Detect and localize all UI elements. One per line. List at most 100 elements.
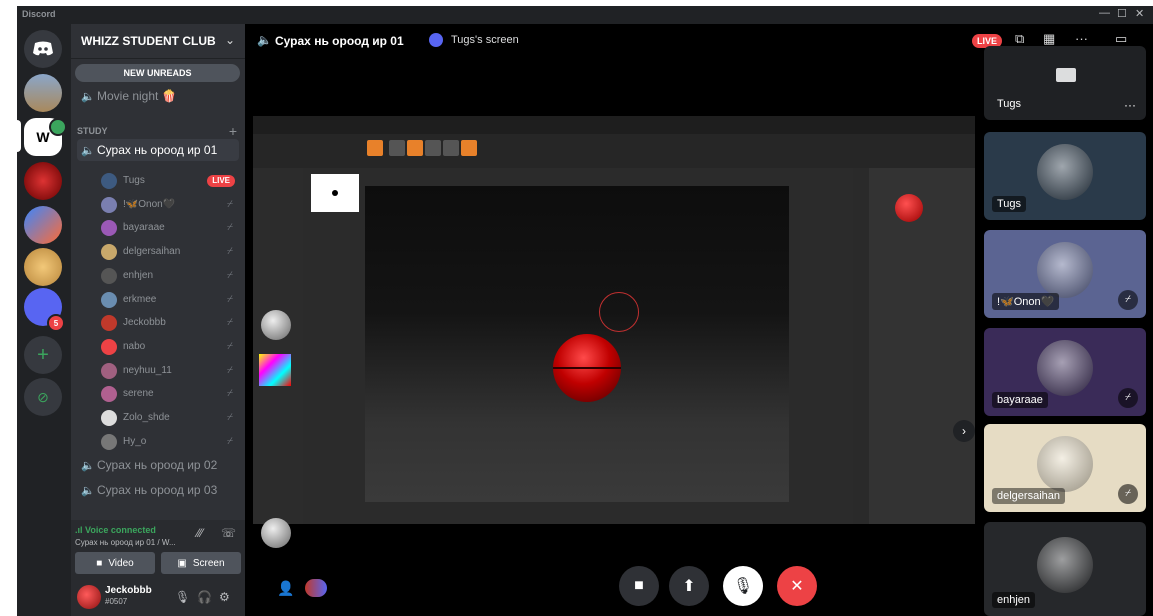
voice-channel-info[interactable]: Сурах нь ороод ир 01 / W... bbox=[75, 538, 176, 547]
voice-connection-panel: .ıl Voice connected Сурах нь ороод ир 01… bbox=[71, 520, 245, 579]
speaker-icon: 🔈 bbox=[81, 91, 95, 103]
participant-tile[interactable]: bayaraae ⌿ bbox=[984, 328, 1146, 416]
participant-avatar bbox=[1037, 537, 1093, 593]
participant-tile[interactable]: ··· Tugs bbox=[984, 46, 1146, 120]
username: Jeckobbb bbox=[105, 585, 152, 596]
new-unreads-button[interactable]: NEW UNREADS bbox=[75, 64, 240, 82]
headphones-icon[interactable]: 🎧 bbox=[197, 590, 212, 604]
participant-name: delgersaihan bbox=[992, 488, 1065, 504]
share-screen-toggle[interactable]: ⬆ bbox=[669, 566, 709, 606]
server-demon-icon[interactable] bbox=[24, 162, 62, 200]
add-server-icon[interactable]: + bbox=[24, 336, 62, 374]
speaker-icon: 🔈 bbox=[81, 460, 95, 472]
activity-avatars[interactable] bbox=[305, 579, 327, 597]
user-panel: Jeckobbb #0507 🎙 🎧 ⚙ bbox=[71, 578, 245, 616]
selected-server-pill bbox=[17, 120, 21, 152]
camera-toggle-button[interactable]: ■ bbox=[619, 566, 659, 606]
voice-user[interactable]: erkmee ⌿ bbox=[101, 289, 239, 311]
voice-user[interactable]: Zolo_shde ⌿ bbox=[101, 407, 239, 429]
folder-mention-badge: 5 bbox=[47, 314, 65, 332]
maximize-button[interactable]: ☐ bbox=[1117, 7, 1127, 20]
channel-03[interactable]: 🔈 Сурах нь ороод ир 03 bbox=[77, 479, 239, 501]
participant-name: bayaraae bbox=[992, 392, 1048, 408]
minimize-button[interactable]: — bbox=[1099, 7, 1110, 19]
voice-user[interactable]: neyhuu_11 ⌿ bbox=[101, 360, 239, 382]
voice-user[interactable]: delgersaihan ⌿ bbox=[101, 241, 239, 263]
settings-gear-icon[interactable]: ⚙ bbox=[219, 590, 230, 604]
zbrush-tool bbox=[443, 140, 459, 156]
more-options-button[interactable]: ··· bbox=[1075, 31, 1088, 46]
user-avatar bbox=[101, 173, 117, 189]
noise-suppression-icon[interactable]: ⁄⁄⁄ bbox=[197, 526, 203, 540]
voice-user-name: erkmee bbox=[123, 293, 157, 305]
channel-active[interactable]: 🔈 Сурах нь ороод ир 01 bbox=[77, 139, 239, 161]
channel-label: Сурах нь ороод ир 03 bbox=[97, 483, 218, 497]
category-study[interactable]: STUDY + bbox=[77, 123, 237, 139]
voice-user[interactable]: bayaraae ⌿ bbox=[101, 217, 239, 239]
server-doge-icon[interactable] bbox=[24, 248, 62, 286]
voice-user[interactable]: nabo ⌿ bbox=[101, 336, 239, 358]
mute-icon[interactable]: 🎙 bbox=[175, 590, 190, 604]
zbrush-tool bbox=[367, 140, 383, 156]
user-avatar bbox=[101, 362, 117, 379]
voice-user[interactable]: serene ⌿ bbox=[101, 383, 239, 405]
muted-mic-icon: ⌿ bbox=[227, 435, 233, 447]
voice-user[interactable]: Jeckobbb ⌿ bbox=[101, 312, 239, 334]
server-unity-icon[interactable] bbox=[24, 206, 62, 244]
channel-02[interactable]: 🔈 Сурах нь ороод ир 02 bbox=[77, 454, 239, 476]
participant-tile[interactable]: enhjen bbox=[984, 522, 1146, 616]
tile-more-button[interactable]: ··· bbox=[1124, 98, 1136, 112]
video-button[interactable]: ■ Video bbox=[75, 552, 155, 574]
stream-avatar-icon bbox=[429, 33, 443, 47]
mic-toggle-button[interactable]: 🎙 bbox=[723, 566, 763, 606]
voice-user[interactable]: enhjen ⌿ bbox=[101, 265, 239, 287]
server-name: WHIZZ STUDENT CLUB bbox=[81, 34, 216, 48]
popout-icon[interactable]: ⧉ bbox=[1015, 31, 1024, 47]
user-avatar[interactable] bbox=[77, 585, 101, 609]
user-avatar bbox=[101, 244, 117, 261]
speaker-icon: 🔈 bbox=[257, 33, 272, 47]
video-camera-icon: ■ bbox=[634, 577, 644, 594]
invite-icon[interactable]: 👤 bbox=[277, 580, 294, 597]
channel-label: Сурах нь ороод ир 01 bbox=[97, 143, 218, 157]
leave-call-button[interactable]: ✕ bbox=[777, 566, 817, 606]
voice-user-name: Tugs bbox=[123, 175, 145, 186]
voice-user[interactable]: Tugs LIVE bbox=[101, 170, 239, 192]
voice-user-name: Hy_o bbox=[123, 435, 147, 447]
screen-share-button[interactable]: ▣ Screen bbox=[161, 552, 241, 574]
disconnect-icon[interactable]: ☏ bbox=[221, 526, 236, 540]
close-button[interactable]: ✕ bbox=[1135, 7, 1144, 20]
participant-tile[interactable]: delgersaihan ⌿ bbox=[984, 424, 1146, 512]
muted-mic-icon: ⌿ bbox=[227, 222, 233, 234]
muted-mic-icon: ⌿ bbox=[227, 412, 233, 423]
discord-home-button[interactable] bbox=[24, 30, 62, 68]
channel-movie-night[interactable]: 🔈 Movie night 🍿 bbox=[77, 85, 239, 107]
speaker-icon: 🔈 bbox=[81, 145, 95, 157]
call-channel-name: Сурах нь ороод ир 01 bbox=[275, 34, 404, 48]
participant-avatar bbox=[1037, 242, 1093, 298]
camera-icon: ■ bbox=[96, 557, 103, 569]
server-rail: W 5 + ⊘ bbox=[17, 24, 71, 616]
screen-icon: ▣ bbox=[177, 557, 187, 569]
explore-servers-icon[interactable]: ⊘ bbox=[24, 378, 62, 416]
screen-share-stream[interactable]: › bbox=[253, 116, 975, 548]
inbox-icon[interactable]: ▭ bbox=[1115, 31, 1127, 47]
stream-title: Tugs's screen bbox=[451, 34, 519, 46]
muted-mic-icon: ⌿ bbox=[227, 293, 233, 305]
add-channel-icon[interactable]: + bbox=[229, 123, 237, 139]
muted-mic-icon: ⌿ bbox=[1118, 290, 1138, 310]
voice-user[interactable]: !🦋Onon🖤 ⌿ bbox=[101, 194, 239, 216]
live-badge: LIVE bbox=[207, 175, 235, 187]
next-stream-arrow[interactable]: › bbox=[953, 420, 975, 442]
user-avatar bbox=[101, 386, 117, 403]
grid-layout-icon[interactable]: ▦ bbox=[1043, 31, 1055, 47]
voice-user[interactable]: Hy_o ⌿ bbox=[101, 431, 239, 453]
discord-window: Discord — ☐ ✕ W 5 + ⊘ WHIZZ STUDENT CLUB… bbox=[17, 6, 1153, 616]
server-temple-icon[interactable] bbox=[24, 74, 62, 112]
server-header[interactable]: WHIZZ STUDENT CLUB ⌄ bbox=[71, 24, 245, 59]
user-avatar bbox=[101, 410, 117, 426]
participant-avatar bbox=[1037, 340, 1093, 396]
participant-tile[interactable]: !🦋Onon🖤 ⌿ bbox=[984, 230, 1146, 318]
participant-tile[interactable]: Tugs bbox=[984, 132, 1146, 220]
disconnect-icon: ✕ bbox=[790, 578, 804, 595]
